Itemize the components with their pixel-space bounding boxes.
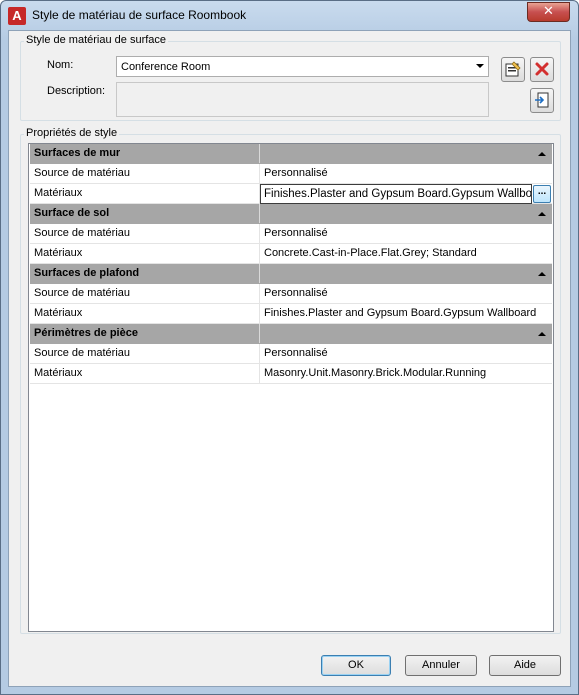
cancel-button[interactable]: Annuler bbox=[405, 655, 477, 676]
property-row[interactable]: Source de matériau Personnalisé bbox=[30, 164, 552, 184]
property-label: Source de matériau bbox=[30, 344, 260, 363]
ok-button[interactable]: OK bbox=[321, 655, 391, 676]
section-header-filler bbox=[260, 204, 552, 223]
window-title: Style de matériau de surface Roombook bbox=[32, 8, 247, 22]
delete-style-button[interactable] bbox=[530, 57, 554, 82]
property-value: Personnalisé bbox=[264, 167, 328, 179]
property-row[interactable]: Matériaux Finishes.Plaster and Gypsum Bo… bbox=[30, 184, 552, 204]
browse-ellipsis-button[interactable]: ... bbox=[533, 185, 551, 203]
dialog-client-area: Style de matériau de surface Nom: Confer… bbox=[8, 30, 571, 687]
name-dropdown[interactable]: Conference Room bbox=[116, 56, 489, 77]
import-style-icon bbox=[535, 92, 549, 108]
section-title: Périmètres de pièce bbox=[30, 324, 260, 343]
description-field[interactable] bbox=[116, 82, 489, 117]
delete-icon bbox=[535, 62, 549, 76]
dialog-window: A Style de matériau de surface Roombook … bbox=[0, 0, 579, 695]
name-dropdown-value: Conference Room bbox=[121, 61, 211, 73]
new-style-icon bbox=[505, 61, 521, 77]
property-label: Matériaux bbox=[30, 184, 260, 203]
property-row[interactable]: Source de matériau Personnalisé bbox=[30, 224, 552, 244]
material-edit-field[interactable]: Finishes.Plaster and Gypsum Board.Gypsum… bbox=[260, 184, 532, 204]
section-header-filler bbox=[260, 144, 552, 163]
property-row[interactable]: Matériaux Masonry.Unit.Masonry.Brick.Mod… bbox=[30, 364, 552, 384]
section-header-room-perimeters[interactable]: Périmètres de pièce bbox=[30, 324, 552, 344]
property-value: Concrete.Cast-in-Place.Flat.Grey; Standa… bbox=[264, 247, 477, 259]
section-title: Surface de sol bbox=[30, 204, 260, 223]
chevron-down-icon bbox=[476, 64, 484, 68]
property-row[interactable]: Matériaux Finishes.Plaster and Gypsum Bo… bbox=[30, 304, 552, 324]
section-title: Surfaces de plafond bbox=[30, 264, 260, 283]
property-row[interactable]: Source de matériau Personnalisé bbox=[30, 284, 552, 304]
description-label: Description: bbox=[47, 85, 106, 97]
property-label: Source de matériau bbox=[30, 164, 260, 183]
section-header-floor-surface[interactable]: Surface de sol bbox=[30, 204, 552, 224]
property-label: Source de matériau bbox=[30, 224, 260, 243]
property-value: Personnalisé bbox=[264, 227, 328, 239]
property-row[interactable]: Source de matériau Personnalisé bbox=[30, 344, 552, 364]
help-button[interactable]: Aide bbox=[489, 655, 561, 676]
collapse-icon[interactable] bbox=[538, 152, 546, 156]
close-button[interactable]: ✕ bbox=[527, 2, 570, 22]
section-header-filler bbox=[260, 324, 552, 343]
section-header-wall-surfaces[interactable]: Surfaces de mur bbox=[30, 144, 552, 164]
property-label: Matériaux bbox=[30, 364, 260, 383]
property-row[interactable]: Matériaux Concrete.Cast-in-Place.Flat.Gr… bbox=[30, 244, 552, 264]
property-grid[interactable]: Surfaces de mur Source de matériau Perso… bbox=[28, 143, 554, 632]
collapse-icon[interactable] bbox=[538, 212, 546, 216]
properties-group-label: Propriétés de style bbox=[24, 127, 120, 139]
new-style-button[interactable] bbox=[501, 57, 525, 82]
collapse-icon[interactable] bbox=[538, 272, 546, 276]
title-bar[interactable]: A Style de matériau de surface Roombook … bbox=[1, 1, 578, 31]
property-value: Personnalisé bbox=[264, 347, 328, 359]
property-value: Masonry.Unit.Masonry.Brick.Modular.Runni… bbox=[264, 367, 487, 379]
app-icon: A bbox=[8, 7, 26, 25]
property-label: Matériaux bbox=[30, 304, 260, 323]
section-title: Surfaces de mur bbox=[30, 144, 260, 163]
collapse-icon[interactable] bbox=[538, 332, 546, 336]
property-value: Personnalisé bbox=[264, 287, 328, 299]
property-value: Finishes.Plaster and Gypsum Board.Gypsum… bbox=[264, 307, 537, 319]
section-header-filler bbox=[260, 264, 552, 283]
property-label: Matériaux bbox=[30, 244, 260, 263]
section-header-ceiling-surfaces[interactable]: Surfaces de plafond bbox=[30, 264, 552, 284]
import-style-button[interactable] bbox=[530, 88, 554, 113]
style-group-label: Style de matériau de surface bbox=[24, 34, 169, 46]
property-label: Source de matériau bbox=[30, 284, 260, 303]
name-label: Nom: bbox=[47, 59, 74, 71]
